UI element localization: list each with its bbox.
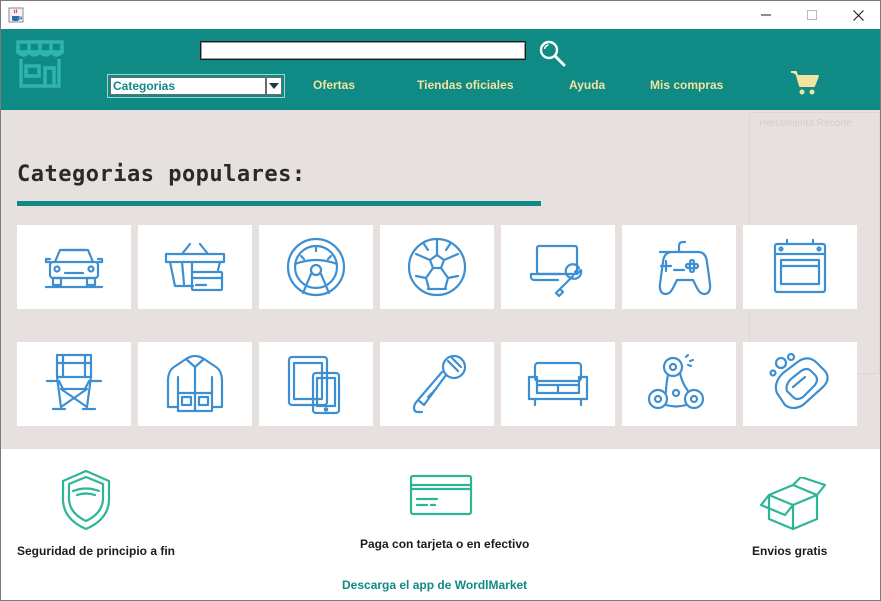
category-tile-microphone[interactable] [380, 342, 494, 426]
footer: Seguridad de principio a fin Paga con ta… [1, 449, 880, 600]
chevron-down-icon[interactable] [266, 77, 282, 95]
microphone-icon [412, 354, 467, 414]
fidget-spinner-icon [647, 353, 705, 410]
nav-ayuda[interactable]: Ayuda [569, 77, 605, 93]
feature-shipping-label: Envios gratis [752, 544, 828, 558]
car-icon [44, 248, 104, 289]
nav-mis-compras[interactable]: Mis compras [650, 77, 723, 93]
jacket-icon [166, 354, 224, 413]
oven-icon [773, 238, 827, 294]
category-tile-steering[interactable] [259, 225, 373, 309]
open-box-icon [759, 477, 827, 531]
category-tile-oven[interactable] [743, 225, 857, 309]
soap-icon [769, 352, 829, 410]
category-select-value: Categorias [110, 77, 266, 95]
minimize-icon [761, 14, 771, 16]
feature-payment-label: Paga con tarjeta o en efectivo [360, 537, 530, 551]
nav-tiendas-oficiales[interactable]: Tiendas oficiales [417, 77, 514, 93]
category-tile-spinner[interactable] [622, 342, 736, 426]
camping-chair-icon [45, 353, 103, 411]
main-content: Herramienta Recorte Categorias populares… [1, 110, 880, 449]
category-tile-soccer[interactable] [380, 225, 494, 309]
category-tile-gaming[interactable] [622, 225, 736, 309]
category-tile-chair[interactable] [17, 342, 131, 426]
close-icon [852, 9, 864, 21]
category-tile-soap[interactable] [743, 342, 857, 426]
gamepad-icon [658, 240, 712, 296]
title-underline [17, 201, 541, 206]
category-tile-jacket[interactable] [138, 342, 252, 426]
soccer-ball-icon [407, 237, 467, 297]
category-tile-basket[interactable] [138, 225, 252, 309]
credit-card-icon [409, 474, 473, 516]
search-icon[interactable] [538, 39, 566, 67]
title-bar [1, 1, 880, 29]
category-select[interactable]: Categorias [107, 74, 285, 98]
storefront-icon[interactable] [15, 39, 65, 89]
nav-ofertas[interactable]: Ofertas [313, 77, 355, 93]
laptop-wrench-icon [529, 244, 583, 298]
maximize-icon [807, 10, 817, 20]
close-button[interactable] [835, 1, 880, 29]
shopping-basket-card-icon [164, 242, 226, 292]
sofa-icon [527, 361, 589, 407]
category-tile-car[interactable] [17, 225, 131, 309]
app-window: Categorias Ofertas Tiendas oficiales Ayu… [0, 0, 881, 601]
category-tile-sofa[interactable] [501, 342, 615, 426]
minimize-button[interactable] [743, 1, 789, 29]
shield-icon [61, 469, 111, 531]
search-input[interactable] [200, 41, 526, 60]
background-window-title: Herramienta Recorte [759, 118, 852, 129]
download-app-link[interactable]: Descarga el app de WordlMarket [342, 578, 527, 592]
category-tile-devices[interactable] [259, 342, 373, 426]
feature-security-label: Seguridad de principio a fin [17, 544, 176, 558]
java-cup-icon [8, 7, 24, 23]
steering-wheel-icon [286, 237, 346, 297]
shopping-cart-icon[interactable] [790, 69, 820, 97]
category-tile-laptop[interactable] [501, 225, 615, 309]
maximize-button[interactable] [789, 1, 835, 29]
page-title: Categorias populares: [17, 162, 306, 187]
header: Categorias Ofertas Tiendas oficiales Ayu… [1, 29, 880, 110]
tablet-phone-icon [287, 355, 341, 415]
